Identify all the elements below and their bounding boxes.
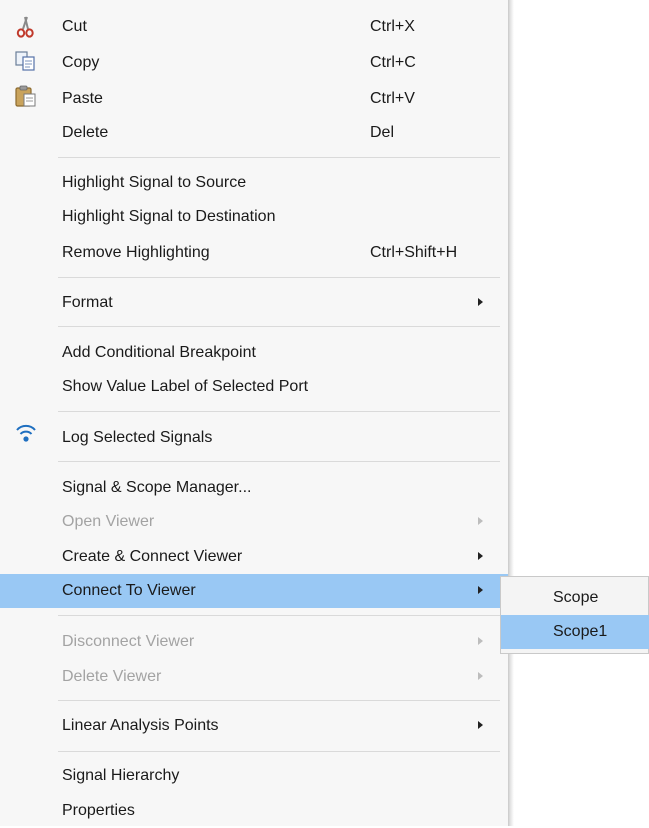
menu-item-delete[interactable]: Delete Del bbox=[0, 116, 508, 150]
submenu-item-label: Scope bbox=[553, 589, 599, 606]
menu-item-label: Delete Viewer bbox=[62, 668, 162, 685]
submenu-arrow-icon bbox=[478, 552, 483, 560]
menu-item-properties[interactable]: Properties bbox=[0, 794, 508, 828]
context-menu: Cut Ctrl+X Copy Ctrl+C Paste Ctrl+V Dele… bbox=[0, 0, 508, 826]
copy-icon bbox=[15, 51, 35, 71]
menu-separator bbox=[58, 277, 500, 278]
menu-separator bbox=[58, 615, 500, 616]
menu-item-label: Log Selected Signals bbox=[62, 429, 213, 446]
menu-item-label: Delete bbox=[62, 124, 109, 141]
menu-item-label: Show Value Label of Selected Port bbox=[62, 378, 309, 395]
menu-item-label: Format bbox=[62, 294, 113, 311]
menu-separator bbox=[58, 157, 500, 158]
menu-item-shortcut: Ctrl+V bbox=[370, 90, 415, 107]
menu-item-label: Linear Analysis Points bbox=[62, 717, 219, 734]
menu-item-shortcut: Del bbox=[370, 124, 395, 141]
menu-item-signal-hierarchy[interactable]: Signal Hierarchy bbox=[0, 759, 508, 793]
menu-item-format[interactable]: Format bbox=[0, 286, 508, 320]
submenu-arrow-icon bbox=[478, 517, 483, 525]
menu-separator bbox=[58, 326, 500, 327]
submenu-item-label: Scope1 bbox=[553, 623, 608, 640]
menu-item-shortcut: Ctrl+C bbox=[370, 54, 416, 71]
menu-item-paste[interactable]: Paste Ctrl+V bbox=[0, 82, 508, 116]
menu-item-highlight-to-destination[interactable]: Highlight Signal to Destination bbox=[0, 200, 508, 234]
menu-item-label: Create & Connect Viewer bbox=[62, 548, 243, 565]
menu-item-label: Disconnect Viewer bbox=[62, 633, 195, 650]
menu-item-label: Remove Highlighting bbox=[62, 244, 210, 261]
menu-item-shortcut: Ctrl+X bbox=[370, 18, 415, 35]
menu-item-label: Connect To Viewer bbox=[62, 582, 196, 599]
menu-item-highlight-to-source[interactable]: Highlight Signal to Source bbox=[0, 166, 508, 200]
menu-item-label: Signal Hierarchy bbox=[62, 767, 180, 784]
submenu-item-scope1[interactable]: Scope1 bbox=[501, 615, 649, 649]
menu-item-disconnect-viewer: Disconnect Viewer bbox=[0, 625, 508, 659]
menu-item-remove-highlighting[interactable]: Remove Highlighting Ctrl+Shift+H bbox=[0, 236, 508, 270]
menu-item-label: Highlight Signal to Source bbox=[62, 174, 247, 191]
menu-item-label: Cut bbox=[62, 18, 87, 35]
wifi-signal-icon bbox=[16, 424, 36, 442]
menu-item-log-selected-signals[interactable]: Log Selected Signals bbox=[0, 421, 508, 455]
paste-icon bbox=[15, 85, 36, 107]
menu-item-label: Properties bbox=[62, 802, 135, 819]
connect-to-viewer-submenu: Scope Scope1 bbox=[500, 576, 649, 654]
menu-item-label: Highlight Signal to Destination bbox=[62, 208, 276, 225]
menu-item-shortcut: Ctrl+Shift+H bbox=[370, 244, 458, 261]
submenu-arrow-icon bbox=[478, 721, 483, 729]
submenu-arrow-icon bbox=[478, 586, 483, 594]
menu-separator bbox=[58, 411, 500, 412]
scissors-icon bbox=[16, 16, 34, 38]
submenu-arrow-icon bbox=[478, 637, 483, 645]
menu-item-label: Copy bbox=[62, 54, 100, 71]
menu-item-open-viewer: Open Viewer bbox=[0, 505, 508, 539]
menu-item-label: Signal & Scope Manager... bbox=[62, 479, 252, 496]
menu-item-label: Paste bbox=[62, 90, 103, 107]
menu-item-signal-scope-manager[interactable]: Signal & Scope Manager... bbox=[0, 471, 508, 505]
menu-item-label: Add Conditional Breakpoint bbox=[62, 344, 256, 361]
menu-item-copy[interactable]: Copy Ctrl+C bbox=[0, 46, 508, 80]
menu-separator bbox=[58, 461, 500, 462]
menu-item-linear-analysis-points[interactable]: Linear Analysis Points bbox=[0, 709, 508, 743]
menu-item-cut[interactable]: Cut Ctrl+X bbox=[0, 10, 508, 44]
menu-separator bbox=[58, 700, 500, 701]
menu-item-delete-viewer: Delete Viewer bbox=[0, 660, 508, 694]
menu-item-show-value-label[interactable]: Show Value Label of Selected Port bbox=[0, 370, 508, 404]
submenu-arrow-icon bbox=[478, 672, 483, 680]
menu-item-add-conditional-breakpoint[interactable]: Add Conditional Breakpoint bbox=[0, 336, 508, 370]
menu-separator bbox=[58, 751, 500, 752]
menu-item-create-connect-viewer[interactable]: Create & Connect Viewer bbox=[0, 540, 508, 574]
submenu-arrow-icon bbox=[478, 298, 483, 306]
menu-item-label: Open Viewer bbox=[62, 513, 155, 530]
submenu-item-scope[interactable]: Scope bbox=[501, 581, 649, 615]
menu-shadow bbox=[508, 0, 514, 826]
menu-item-connect-to-viewer[interactable]: Connect To Viewer bbox=[0, 574, 508, 608]
